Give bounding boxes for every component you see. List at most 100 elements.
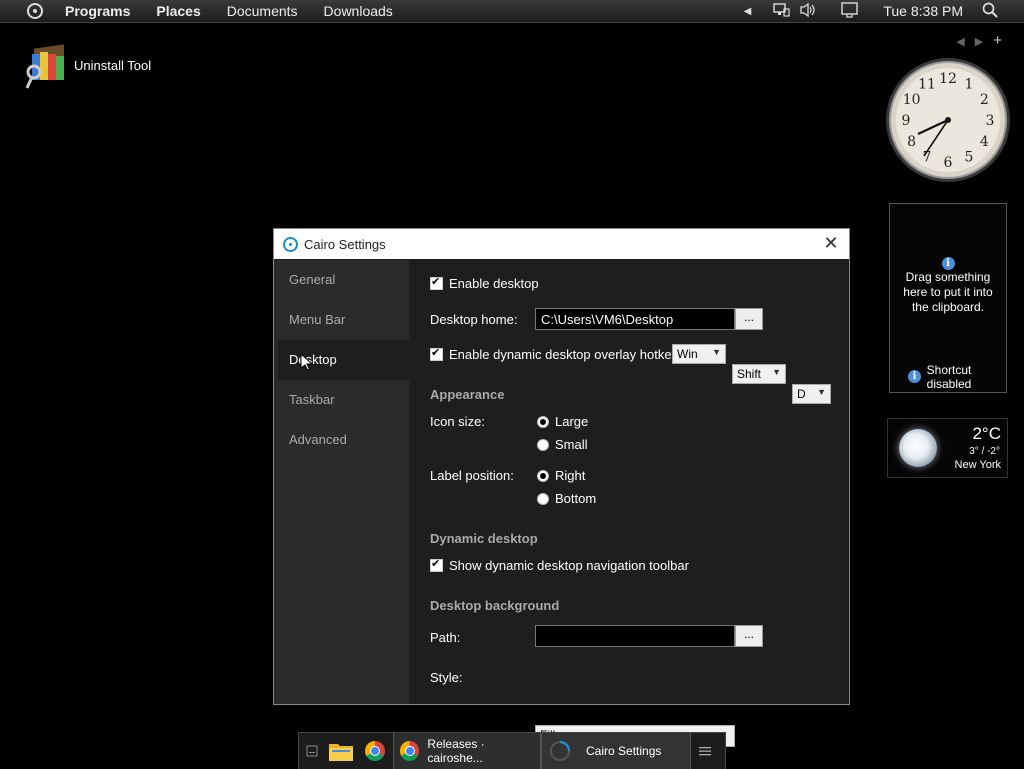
label-position-right-radio[interactable]: [537, 469, 549, 482]
label-position-right-label: Right: [555, 468, 586, 483]
folder-icon: [329, 744, 353, 761]
cairo-logo-icon: [283, 236, 298, 252]
menubar-clock[interactable]: Tue 8:38 PM: [883, 3, 963, 19]
nav-general[interactable]: General: [274, 260, 409, 300]
settings-nav: General Menu Bar Desktop Taskbar Advance…: [274, 260, 409, 704]
menu-downloads[interactable]: Downloads: [324, 3, 393, 19]
file-explorer-button[interactable]: [325, 733, 357, 769]
clock-number: 2: [980, 92, 989, 108]
enable-desktop-row[interactable]: Enable desktop: [430, 275, 539, 291]
icon-size-label: Icon size:: [430, 414, 485, 429]
chevron-down-icon: ▼: [817, 387, 826, 397]
hotkey-label: Enable dynamic desktop overlay hotkey:: [449, 347, 682, 362]
icon-size-large-radio[interactable]: [537, 415, 549, 428]
system-tray: ◀ Tue 8:38 PM: [744, 0, 1024, 22]
enable-desktop-label: Enable desktop: [449, 276, 539, 291]
task-chrome-releases[interactable]: Releases · cairoshe...: [393, 733, 541, 769]
icon-size-large-option[interactable]: Large: [537, 414, 588, 429]
widget-prev-icon[interactable]: ◀: [956, 36, 974, 48]
weather-widget[interactable]: 2°C 3° / -2° New York: [887, 418, 1008, 478]
clipboard-widget[interactable]: i Drag something here to put it into the…: [889, 203, 1007, 393]
chrome-icon: [365, 741, 385, 761]
hamburger-icon: [699, 747, 711, 756]
hotkey-modifier1-select[interactable]: Win ▼: [672, 344, 726, 364]
shortcut-status: Shortcut disabled: [926, 363, 972, 391]
show-toolbar-row[interactable]: Show dynamic desktop navigation toolbar: [430, 557, 689, 573]
hotkey-row[interactable]: Enable dynamic desktop overlay hotkey:: [430, 346, 682, 362]
label-position-bottom-option[interactable]: Bottom: [537, 491, 596, 506]
hotkey-modifier1-value: Win: [677, 347, 698, 361]
task-cairo-label: Cairo Settings: [586, 744, 662, 758]
desktop-icon-label: Uninstall Tool: [74, 57, 152, 73]
window-titlebar[interactable]: Cairo Settings ✕: [274, 229, 849, 259]
icon-size-small-label: Small: [555, 437, 588, 452]
label-position-label: Label position:: [430, 468, 514, 483]
dynamic-desktop-heading: Dynamic desktop: [430, 531, 538, 546]
clock-number: 3: [986, 113, 995, 129]
enable-desktop-checkbox[interactable]: [430, 275, 443, 290]
search-icon[interactable]: [982, 2, 998, 21]
background-path-input[interactable]: [535, 625, 735, 647]
show-desktop-icon: [306, 745, 318, 757]
icon-size-small-radio[interactable]: [537, 438, 549, 451]
chevron-down-icon: ▼: [772, 367, 781, 377]
clock-number: 6: [944, 155, 953, 171]
weather-city: New York: [954, 459, 1001, 471]
show-toolbar-label: Show dynamic desktop navigation toolbar: [449, 558, 689, 573]
menu-places[interactable]: Places: [156, 3, 200, 19]
path-label: Path:: [430, 630, 461, 645]
label-position-right-option[interactable]: Right: [537, 468, 585, 483]
label-position-bottom-label: Bottom: [555, 491, 597, 506]
task-cairo-settings[interactable]: Cairo Settings: [541, 733, 691, 769]
task-chrome-label: Releases · cairoshe...: [427, 737, 485, 765]
clock-number: 4: [980, 134, 989, 150]
window-title: Cairo Settings: [304, 236, 386, 252]
chrome-pinned-button[interactable]: [357, 733, 393, 769]
clock-number: 1: [965, 77, 974, 93]
hotkey-modifier2-select[interactable]: Shift ▼: [732, 364, 786, 384]
icon-size-large-label: Large: [555, 414, 589, 429]
nav-menu-bar[interactable]: Menu Bar: [274, 300, 409, 340]
analog-clock-widget[interactable]: 12 1 2 3 4 5 6 7 8 9 10 11: [884, 56, 1012, 184]
hotkey-key-value: D: [797, 387, 806, 401]
menu-documents[interactable]: Documents: [227, 3, 298, 19]
task-list-button[interactable]: [691, 733, 719, 769]
add-widget-icon[interactable]: +: [993, 32, 1012, 49]
desktop-home-label: Desktop home:: [430, 312, 518, 327]
background-path-browse-button[interactable]: ...: [735, 625, 763, 647]
taskbar: Releases · cairoshe... Cairo Settings: [298, 732, 726, 769]
chevron-down-icon: ▼: [712, 347, 721, 357]
menu-programs[interactable]: Programs: [65, 3, 130, 19]
cairo-menu-icon[interactable]: [27, 3, 43, 19]
cairo-loading-icon: [550, 740, 571, 761]
desktop-background-heading: Desktop background: [430, 598, 560, 613]
tray-expand-icon[interactable]: ◀: [744, 6, 752, 17]
label-position-bottom-radio[interactable]: [537, 492, 549, 505]
clock-number: 12: [939, 71, 957, 87]
close-button[interactable]: ✕: [821, 233, 841, 254]
network-icon[interactable]: [773, 2, 790, 21]
widget-next-icon[interactable]: ▶: [975, 36, 993, 48]
moon-weather-icon: [899, 429, 937, 467]
nav-desktop[interactable]: Desktop: [278, 340, 409, 380]
weather-range: 3° / -2°: [969, 446, 1000, 457]
clock-number: 9: [902, 113, 911, 129]
clock-number: 8: [907, 134, 916, 150]
hotkey-checkbox[interactable]: [430, 346, 443, 361]
show-toolbar-checkbox[interactable]: [430, 557, 443, 572]
weather-temperature: 2°C: [972, 424, 1001, 443]
icon-size-small-option[interactable]: Small: [537, 437, 588, 452]
info-icon: i: [941, 257, 955, 270]
nav-taskbar[interactable]: Taskbar: [274, 380, 409, 420]
hotkey-key-select[interactable]: D ▼: [792, 384, 831, 404]
action-center-icon[interactable]: [841, 1, 859, 21]
nav-advanced[interactable]: Advanced: [274, 420, 409, 460]
clipboard-message: Drag something here to put it into the c…: [903, 270, 993, 314]
clock-number: 11: [918, 77, 936, 93]
desktop-home-input[interactable]: [535, 308, 735, 330]
volume-icon[interactable]: [799, 2, 817, 21]
show-desktop-button[interactable]: [299, 733, 325, 769]
desktop-icon-uninstall-tool[interactable]: Uninstall Tool: [24, 44, 151, 92]
chrome-icon: [400, 741, 420, 761]
desktop-home-browse-button[interactable]: ...: [735, 308, 763, 330]
